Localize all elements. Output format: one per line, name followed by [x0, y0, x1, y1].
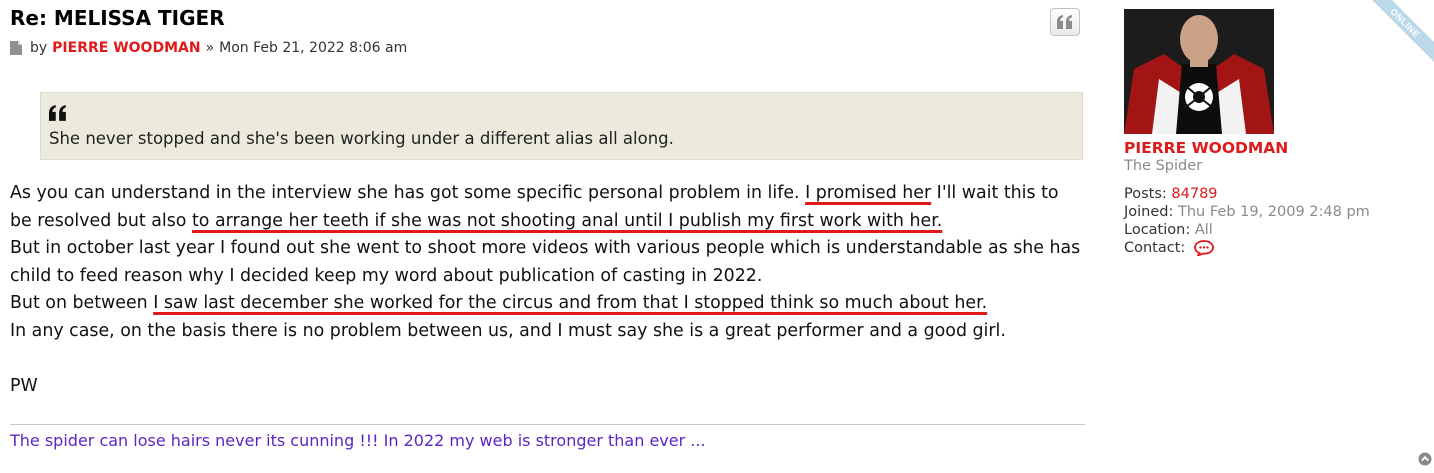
content-text: As you can understand in the interview s… — [10, 183, 806, 203]
post-title[interactable]: Re: MELISSA TIGER — [10, 6, 225, 30]
meta-separator: » — [205, 40, 215, 56]
signature: The spider can lose hairs never its cunn… — [10, 424, 1085, 450]
location-label: Location: — [1124, 222, 1191, 238]
chat-bubble-icon[interactable] — [1194, 240, 1214, 256]
joined-value: Thu Feb 19, 2009 2:48 pm — [1178, 204, 1370, 220]
content-line: be resolved but also to arrange her teet… — [10, 208, 1086, 236]
content-line: As you can understand in the interview s… — [10, 180, 1086, 208]
location-value: All — [1194, 222, 1213, 238]
post-meta: by PIERRE WOODMAN » Mon Feb 21, 2022 8:0… — [10, 40, 407, 56]
posts-count-link[interactable]: 84789 — [1171, 186, 1217, 202]
post-author-link[interactable]: PIERRE WOODMAN — [52, 40, 200, 56]
quote-icon — [1057, 15, 1072, 29]
underlined-text: to arrange her teeth if she was not shoo… — [191, 210, 943, 231]
profile-joined: Joined: Thu Feb 19, 2009 2:48 pm — [1124, 204, 1424, 220]
blockquote: She never stopped and she's been working… — [40, 92, 1083, 160]
quote-button[interactable] — [1050, 8, 1080, 36]
content-line: child to feed reason why I decided keep … — [10, 265, 763, 286]
underlined-text: I promised her — [805, 183, 932, 203]
document-icon[interactable] — [10, 41, 22, 55]
content-text: But on between — [10, 293, 154, 313]
content-line: In any case, on the basis there is no pr… — [10, 320, 1006, 341]
avatar[interactable] — [1124, 9, 1274, 134]
content-text: I'll wait this to — [931, 183, 1059, 203]
posts-label: Posts: — [1124, 186, 1167, 202]
profile-posts: Posts: 84789 — [1124, 186, 1424, 202]
content-line: But in october last year I found out she… — [10, 238, 1081, 258]
by-label: by — [30, 40, 48, 56]
profile-location: Location: All — [1124, 222, 1424, 238]
underlined-text: I saw last december she worked for the c… — [153, 293, 988, 313]
content-line: But on between I saw last december she w… — [10, 290, 1086, 318]
quote-left-icon — [49, 105, 66, 121]
content-text: be resolved but also — [10, 210, 192, 231]
joined-label: Joined: — [1124, 204, 1174, 220]
profile-rank: The Spider — [1124, 158, 1203, 174]
content-signoff: PW — [10, 375, 38, 396]
post-content: As you can understand in the interview s… — [10, 180, 1086, 400]
post-datetime: Mon Feb 21, 2022 8:06 am — [219, 40, 408, 56]
profile-contact: Contact: — [1124, 240, 1424, 256]
online-badge-label: ONLINE — [1362, 0, 1434, 67]
online-badge: ONLINE — [1362, 0, 1434, 72]
back-to-top-icon[interactable] — [1418, 452, 1432, 466]
blockquote-text: She never stopped and she's been working… — [49, 129, 674, 148]
profile-details: Posts: 84789 Joined: Thu Feb 19, 2009 2:… — [1124, 186, 1424, 256]
profile-username[interactable]: PIERRE WOODMAN — [1124, 139, 1424, 157]
contact-label: Contact: — [1124, 240, 1186, 256]
